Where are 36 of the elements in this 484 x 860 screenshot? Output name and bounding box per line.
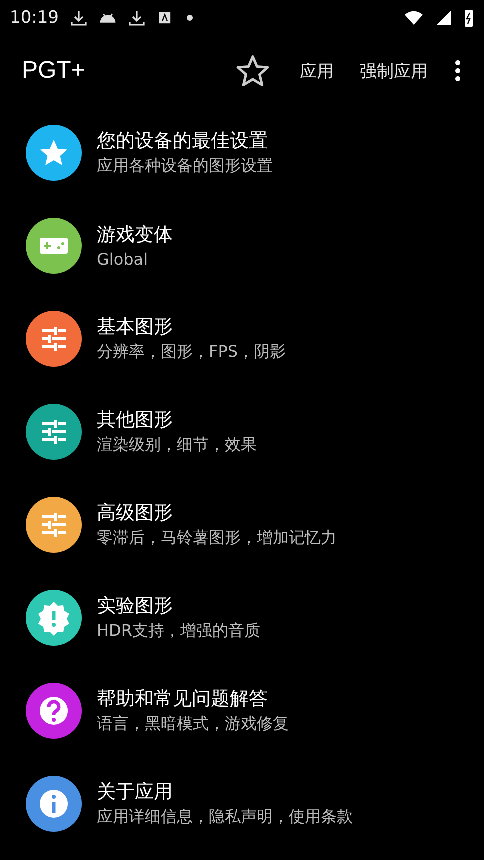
item-subtitle: 渲染级别，细节，效果 <box>97 435 257 456</box>
item-title: 实验图形 <box>97 594 174 619</box>
menu-item[interactable]: 其他图形 渲染级别，细节，效果 <box>0 385 484 478</box>
download-icon <box>127 8 147 28</box>
menu-item[interactable]: 关于应用 应用详细信息，隐私声明，使用条款 <box>0 757 484 850</box>
item-title: 游戏变体 <box>97 223 173 248</box>
item-title: 高级图形 <box>97 501 174 526</box>
item-subtitle: 应用各种设备的图形设置 <box>97 156 273 177</box>
item-title: 其他图形 <box>97 408 174 433</box>
action-button[interactable]: 应用 <box>292 54 342 88</box>
battery-icon <box>464 8 474 28</box>
item-subtitle: 应用详细信息，隐私声明，使用条款 <box>97 807 353 828</box>
item-subtitle: 零滞后，马铃薯图形，增加记忆力 <box>97 528 337 549</box>
item-subtitle: 分辨率，图形，FPS，阴影 <box>97 342 286 363</box>
menu-item[interactable]: 实验图形 HDR支持，增强的音质 <box>0 571 484 664</box>
action-button[interactable]: 强制应用 <box>352 54 436 88</box>
menu-item[interactable]: 您的设备的最佳设置 应用各种设备的图形设置 <box>0 106 484 199</box>
menu-item[interactable]: 帮助和常见问题解答 语言，黑暗模式，游戏修复 <box>0 664 484 757</box>
item-subtitle: HDR支持，增强的音质 <box>97 621 260 642</box>
android-icon <box>99 12 117 24</box>
item-title: 帮助和常见问题解答 <box>97 687 269 712</box>
item-subtitle: 语言，黑暗模式，游戏修复 <box>97 714 289 735</box>
app-title: PGT+ <box>22 57 86 85</box>
item-title: 关于应用 <box>97 780 174 805</box>
item-subtitle: Global <box>97 250 150 269</box>
download-icon <box>69 8 89 28</box>
star-icon[interactable] <box>236 54 270 88</box>
more-options-icon[interactable] <box>454 59 462 83</box>
menu-item[interactable]: 基本图形 分辨率，图形，FPS，阴影 <box>0 292 484 385</box>
menu-item[interactable]: 游戏变体 Global <box>0 199 484 292</box>
item-title: 基本图形 <box>97 315 174 340</box>
menu-item[interactable]: 高级图形 零滞后，马铃薯图形，增加记忆力 <box>0 478 484 571</box>
notification-dot-icon <box>187 15 193 21</box>
app-icon <box>157 10 173 26</box>
item-title: 您的设备的最佳设置 <box>97 129 269 154</box>
status-time: 10:19 <box>10 8 59 28</box>
